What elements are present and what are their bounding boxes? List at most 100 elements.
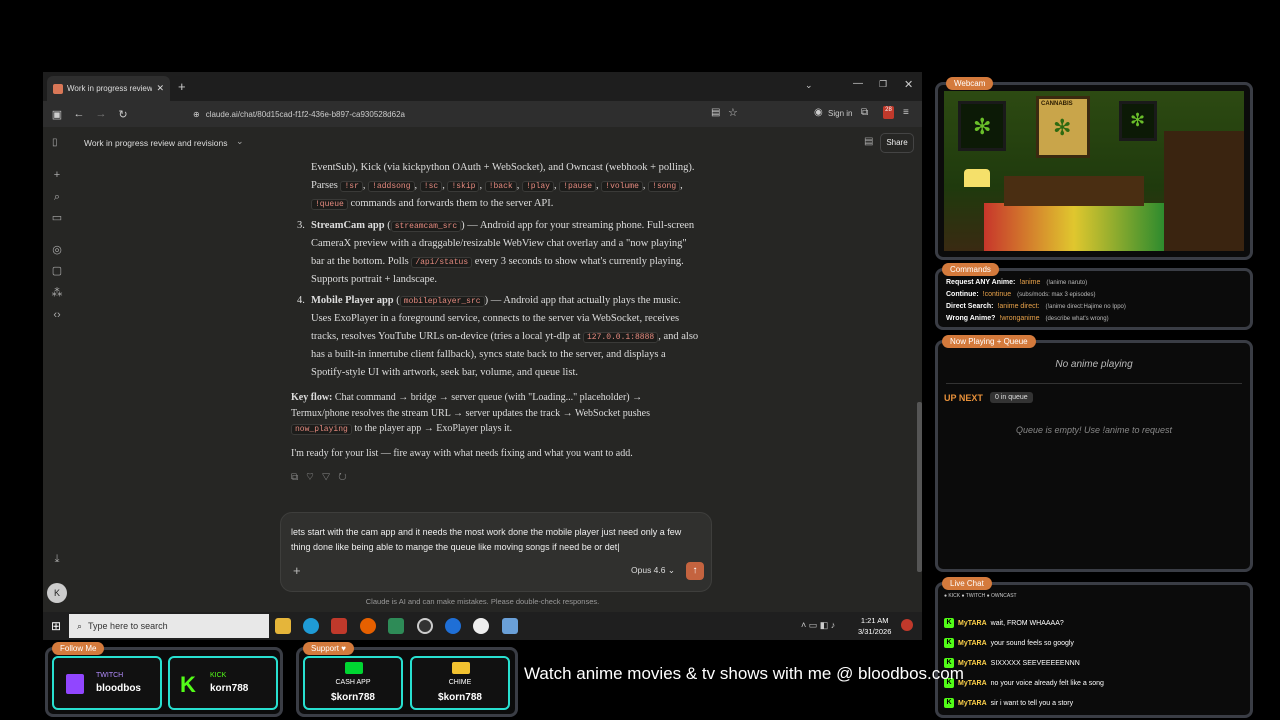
leaf-icon: ✻ [1053, 115, 1072, 140]
tray-icons[interactable]: ˄ ▭ ◧ ♪ [801, 620, 835, 631]
command-name: !continue [982, 291, 1012, 298]
scrollbar-thumb[interactable] [917, 402, 922, 572]
queue-empty-text: Queue is empty! Use !anime to request [1015, 425, 1173, 435]
message-composer[interactable]: lets start with the cam app and it needs… [280, 512, 712, 592]
up-next-label: UP NEXT [944, 393, 983, 403]
forward-icon[interactable]: → [90, 108, 112, 120]
left-rail: + ⌕ ▭ ◎ ▢ ⁂ ‹› ⤓ K [43, 159, 71, 612]
profile-icon[interactable]: ◉ [814, 107, 823, 118]
new-chat-icon[interactable]: + [51, 169, 63, 181]
taskbar-search[interactable]: ⌕ Type here to search [69, 614, 269, 638]
chat-username: MyTARA [958, 699, 987, 707]
title-chevron-icon[interactable]: ⌄ [236, 136, 244, 147]
projects-icon[interactable]: ◎ [51, 244, 63, 256]
thumbs-up-icon[interactable]: ♡ [306, 472, 322, 483]
sidebar-toggle-icon[interactable]: ▣ [46, 108, 68, 121]
share-button[interactable]: Share [880, 133, 914, 153]
inline-code: mobileplayer_src [399, 295, 485, 307]
sign-in-button[interactable]: Sign in [828, 109, 852, 118]
terminal-icon[interactable] [388, 618, 404, 634]
inline-code: !addsong [368, 180, 415, 192]
now-playing-panel: Now Playing + Queue No anime playing UP … [935, 335, 1253, 572]
kick-badge-icon: K [944, 618, 954, 628]
browser-window: Work in progress review and re ✕ + ⌄ — ❐… [43, 72, 922, 612]
clock[interactable]: 1:21 AM 3/31/2026 [858, 615, 891, 637]
browser-tab[interactable]: Work in progress review and re ✕ [47, 76, 170, 101]
assistant-message: EventSub), Kick (via kickpython OAuth + … [291, 159, 701, 487]
poster-frame: ✻ [958, 101, 1006, 151]
kick-card[interactable]: K KICK korn788 [168, 656, 278, 710]
list-number: 4. [297, 294, 305, 306]
send-button[interactable]: ↑ [686, 562, 704, 580]
panel-toggle-icon[interactable]: ▯ [52, 137, 58, 148]
app2-icon[interactable] [473, 618, 489, 634]
key-flow-label: Key flow: [291, 392, 333, 403]
firefox-icon[interactable] [360, 618, 376, 634]
back-icon[interactable]: ← [68, 108, 90, 120]
twitch-card[interactable]: TWITCH bloodbos [52, 656, 162, 710]
close-window-icon[interactable]: ✕ [904, 78, 913, 91]
copy-icon[interactable]: ⧉ [291, 472, 306, 483]
disclaimer: Claude is AI and can make mistakes. Plea… [365, 597, 600, 606]
thumbs-down-icon[interactable]: ▽ [322, 472, 338, 483]
closing-paragraph: I'm ready for your list — fire away with… [291, 447, 633, 459]
code-icon[interactable]: ‹› [51, 309, 63, 321]
cashapp-username: $korn788 [331, 692, 375, 703]
restore-icon[interactable]: ❐ [879, 79, 887, 90]
no-anime-text: No anime playing [1055, 359, 1133, 370]
apps-icon[interactable]: ⁂ [51, 287, 63, 299]
notification-icon[interactable] [901, 619, 913, 631]
inline-code: !sr [340, 180, 363, 192]
command-desc: (!anime direct:Hajime no Ippo) [1045, 304, 1126, 310]
minimize-icon[interactable]: — [853, 78, 863, 89]
artifact-icon[interactable]: ▤ [864, 136, 873, 147]
ticker-text: Watch anime movies & tv shows with me @ … [524, 664, 964, 683]
chime-icon [452, 662, 470, 674]
tab-list-icon[interactable]: ⌄ [805, 80, 813, 91]
windows-start-icon[interactable]: ⊞ [51, 619, 61, 633]
url-text: claude.ai/chat/80d15cad-f1f2-436e-b897-c… [205, 109, 405, 119]
file-explorer-icon[interactable] [275, 618, 291, 634]
site-info-icon[interactable]: ⊕ [193, 110, 200, 119]
extensions-icon[interactable]: ⧉ [861, 107, 868, 118]
bookmark-star-icon[interactable]: ☆ [728, 106, 738, 119]
artifacts-icon[interactable]: ▢ [51, 265, 63, 277]
webcam-feed: ✻ CANNABIS ✻ ✻ [944, 91, 1244, 251]
obs-icon[interactable] [417, 618, 433, 634]
inline-code: now_playing [291, 424, 352, 435]
poster-frame: CANNABIS ✻ [1036, 96, 1090, 158]
app-icon[interactable] [331, 618, 347, 634]
kick-icon: K [180, 672, 196, 697]
retry-icon[interactable]: ↻ [338, 472, 354, 483]
queue-count-badge: 0 in queue [990, 392, 1033, 403]
cashapp-card[interactable]: CASH APP $korn788 [303, 656, 403, 710]
leaf-icon: ✻ [1130, 110, 1146, 130]
webcam-tag: Webcam [946, 77, 994, 90]
inline-code: !skip [447, 180, 480, 192]
reader-icon[interactable]: ▤ [711, 107, 720, 118]
conversation-title[interactable]: Work in progress review and revisions [84, 138, 227, 148]
search-icon[interactable]: ⌕ [51, 191, 63, 203]
menu-icon[interactable]: ≡ [903, 107, 909, 118]
new-tab-icon[interactable]: + [178, 79, 186, 94]
download-icon[interactable]: ⤓ [51, 553, 63, 565]
extension-badge-icon[interactable]: 28 [883, 106, 894, 119]
model-selector[interactable]: Opus 4.6 ⌄ [631, 565, 675, 576]
webcam-panel: ✻ CANNABIS ✻ ✻ Webcam [935, 77, 1253, 260]
notepad-icon[interactable] [502, 618, 518, 634]
composer-input[interactable]: lets start with the cam app and it needs… [291, 525, 701, 555]
chime-label: CHIME [448, 679, 472, 686]
inline-code: !pause [559, 180, 597, 192]
close-tab-icon[interactable]: ✕ [156, 83, 164, 94]
bed [984, 203, 1164, 251]
url-field[interactable]: ⊕ claude.ai/chat/80d15cad-f1f2-436e-b897… [193, 105, 743, 123]
browser-icon[interactable] [445, 618, 461, 634]
inline-code: !back [484, 180, 517, 192]
attach-icon[interactable]: + [293, 563, 301, 578]
edge-icon[interactable] [303, 618, 319, 634]
reload-icon[interactable]: ↻ [112, 108, 134, 121]
list-item-title: StreamCam app [311, 219, 385, 231]
chats-icon[interactable]: ▭ [51, 212, 63, 224]
shelf [1164, 131, 1244, 251]
chime-card[interactable]: CHIME $korn788 [410, 656, 510, 710]
